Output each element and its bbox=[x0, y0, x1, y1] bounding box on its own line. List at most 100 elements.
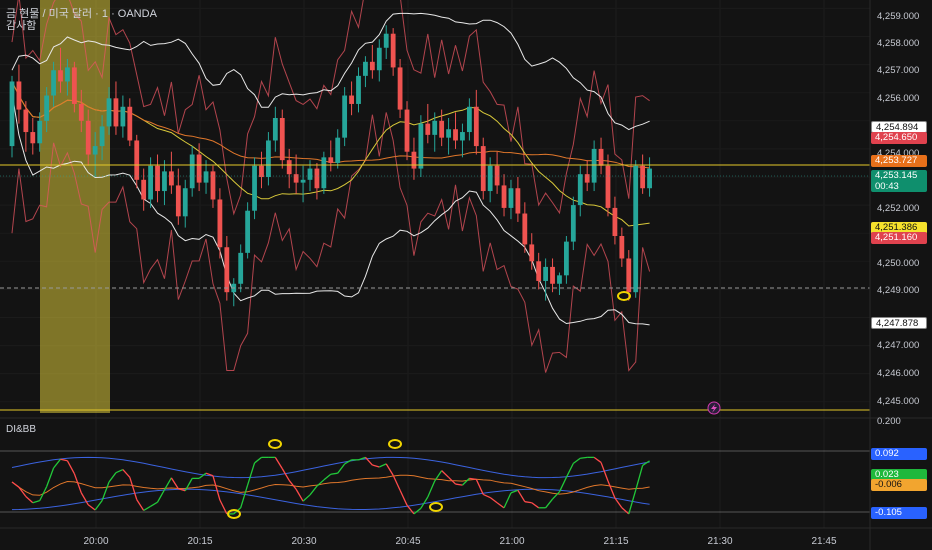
candle-body bbox=[494, 165, 500, 186]
candle-body bbox=[536, 261, 542, 281]
candle-body bbox=[363, 61, 368, 76]
candle-body bbox=[411, 151, 417, 169]
candle-body bbox=[626, 258, 632, 293]
ind-marker-ellipse bbox=[388, 439, 402, 449]
time-tick: 20:15 bbox=[187, 536, 213, 547]
candle-body bbox=[522, 213, 528, 245]
ind-di-segment bbox=[441, 470, 450, 478]
ind-di-segment bbox=[80, 492, 89, 506]
candle-body bbox=[266, 140, 271, 177]
candle-body bbox=[612, 207, 618, 236]
candle-body bbox=[16, 81, 22, 110]
ind-di-segment bbox=[246, 462, 256, 486]
candle-body bbox=[460, 132, 465, 141]
candle-body bbox=[307, 168, 313, 180]
price-tick: 4,249.000 bbox=[877, 285, 920, 296]
ind-di-segment bbox=[580, 456, 588, 459]
price-tick: 4,252.000 bbox=[877, 203, 920, 214]
ind-di-segment bbox=[413, 507, 422, 515]
ind-di-segment bbox=[156, 489, 166, 503]
candle-body bbox=[314, 168, 320, 189]
ind-marker-ellipse bbox=[429, 502, 443, 512]
chart-grid bbox=[0, 0, 870, 528]
ind-di-segment bbox=[115, 468, 124, 474]
ind-lower-tag: -0.105 bbox=[871, 507, 927, 519]
candle-body bbox=[356, 75, 361, 104]
time-tick: 20:30 bbox=[291, 536, 317, 547]
ind-di-segment bbox=[60, 458, 68, 462]
candle-body bbox=[432, 120, 438, 135]
ind-di-segment bbox=[122, 469, 131, 478]
ind-di-segment bbox=[337, 463, 346, 474]
ind-di-segment bbox=[572, 457, 581, 464]
orange-level-tag: 4,253.727 bbox=[871, 155, 927, 167]
candle-body bbox=[605, 165, 611, 208]
time-tick: 21:15 bbox=[603, 536, 629, 547]
price-tick: 4,245.000 bbox=[877, 396, 920, 407]
ind-di-segment bbox=[25, 496, 34, 504]
time-tick: 20:45 bbox=[395, 536, 421, 547]
candle-body bbox=[446, 129, 451, 138]
candle-body bbox=[51, 70, 56, 96]
candle-body bbox=[453, 129, 458, 141]
candle-body bbox=[335, 137, 341, 163]
indicator-lines bbox=[11, 456, 650, 515]
ind-di-segment bbox=[281, 468, 290, 481]
ind-di-segment bbox=[469, 477, 477, 481]
price-tick: 4,246.000 bbox=[877, 368, 920, 379]
time-tick: 21:45 bbox=[811, 536, 837, 547]
candle-body bbox=[557, 275, 562, 284]
candle-body bbox=[480, 146, 486, 192]
candle-body bbox=[570, 205, 576, 242]
candle-body bbox=[404, 109, 410, 152]
candle-body bbox=[633, 165, 639, 293]
candle-body bbox=[113, 98, 119, 127]
candle-body bbox=[65, 67, 70, 82]
ind-di-segment bbox=[32, 500, 40, 504]
candle-body bbox=[473, 106, 479, 147]
candle-body bbox=[106, 98, 112, 127]
price-tick: 4,256.000 bbox=[877, 93, 920, 104]
last-price-value: 4,253.145 bbox=[875, 170, 918, 181]
time-tick: 21:00 bbox=[499, 536, 525, 547]
candle-body bbox=[376, 47, 382, 71]
ind-di-segment bbox=[545, 498, 554, 509]
candle-body bbox=[349, 95, 354, 104]
time-tick: 21:30 bbox=[707, 536, 733, 547]
ind-di-segment bbox=[475, 479, 484, 495]
candle-body bbox=[238, 252, 244, 284]
ind-di-segment bbox=[531, 502, 540, 509]
price-tick: 4,259.000 bbox=[877, 11, 920, 22]
candle-body bbox=[425, 123, 431, 135]
candle-body bbox=[550, 266, 555, 284]
ind-di-segment bbox=[524, 501, 532, 504]
candle-body bbox=[501, 185, 507, 208]
candle-body bbox=[591, 148, 597, 183]
candle-body bbox=[321, 157, 327, 189]
price-chart[interactable] bbox=[0, 0, 932, 550]
candle-body bbox=[9, 81, 15, 147]
countdown: 00:43 bbox=[875, 181, 899, 192]
candle-body bbox=[515, 188, 521, 214]
ind-di-segment bbox=[212, 475, 221, 501]
candle-body bbox=[196, 154, 202, 183]
candle-body bbox=[466, 106, 472, 133]
candle-body bbox=[203, 171, 209, 183]
ind-di-segment bbox=[558, 477, 567, 493]
indicator-label[interactable]: DI&BB bbox=[6, 424, 36, 435]
ind-di-segment bbox=[385, 463, 394, 476]
ind-di-segment bbox=[108, 472, 117, 483]
ind-di-segment bbox=[274, 457, 283, 469]
candle-body bbox=[390, 33, 396, 68]
candle-body bbox=[640, 165, 646, 189]
candle-body bbox=[217, 199, 223, 248]
candle-body bbox=[148, 165, 153, 200]
candle-body bbox=[598, 148, 604, 166]
candle-body bbox=[286, 160, 292, 175]
ind-di-segment bbox=[593, 456, 602, 463]
ind-di-segment bbox=[316, 479, 325, 487]
ind-di-segment bbox=[11, 481, 20, 488]
ind-di-segment bbox=[635, 465, 644, 491]
ind-di-segment bbox=[392, 474, 401, 491]
candle-body bbox=[58, 70, 63, 82]
